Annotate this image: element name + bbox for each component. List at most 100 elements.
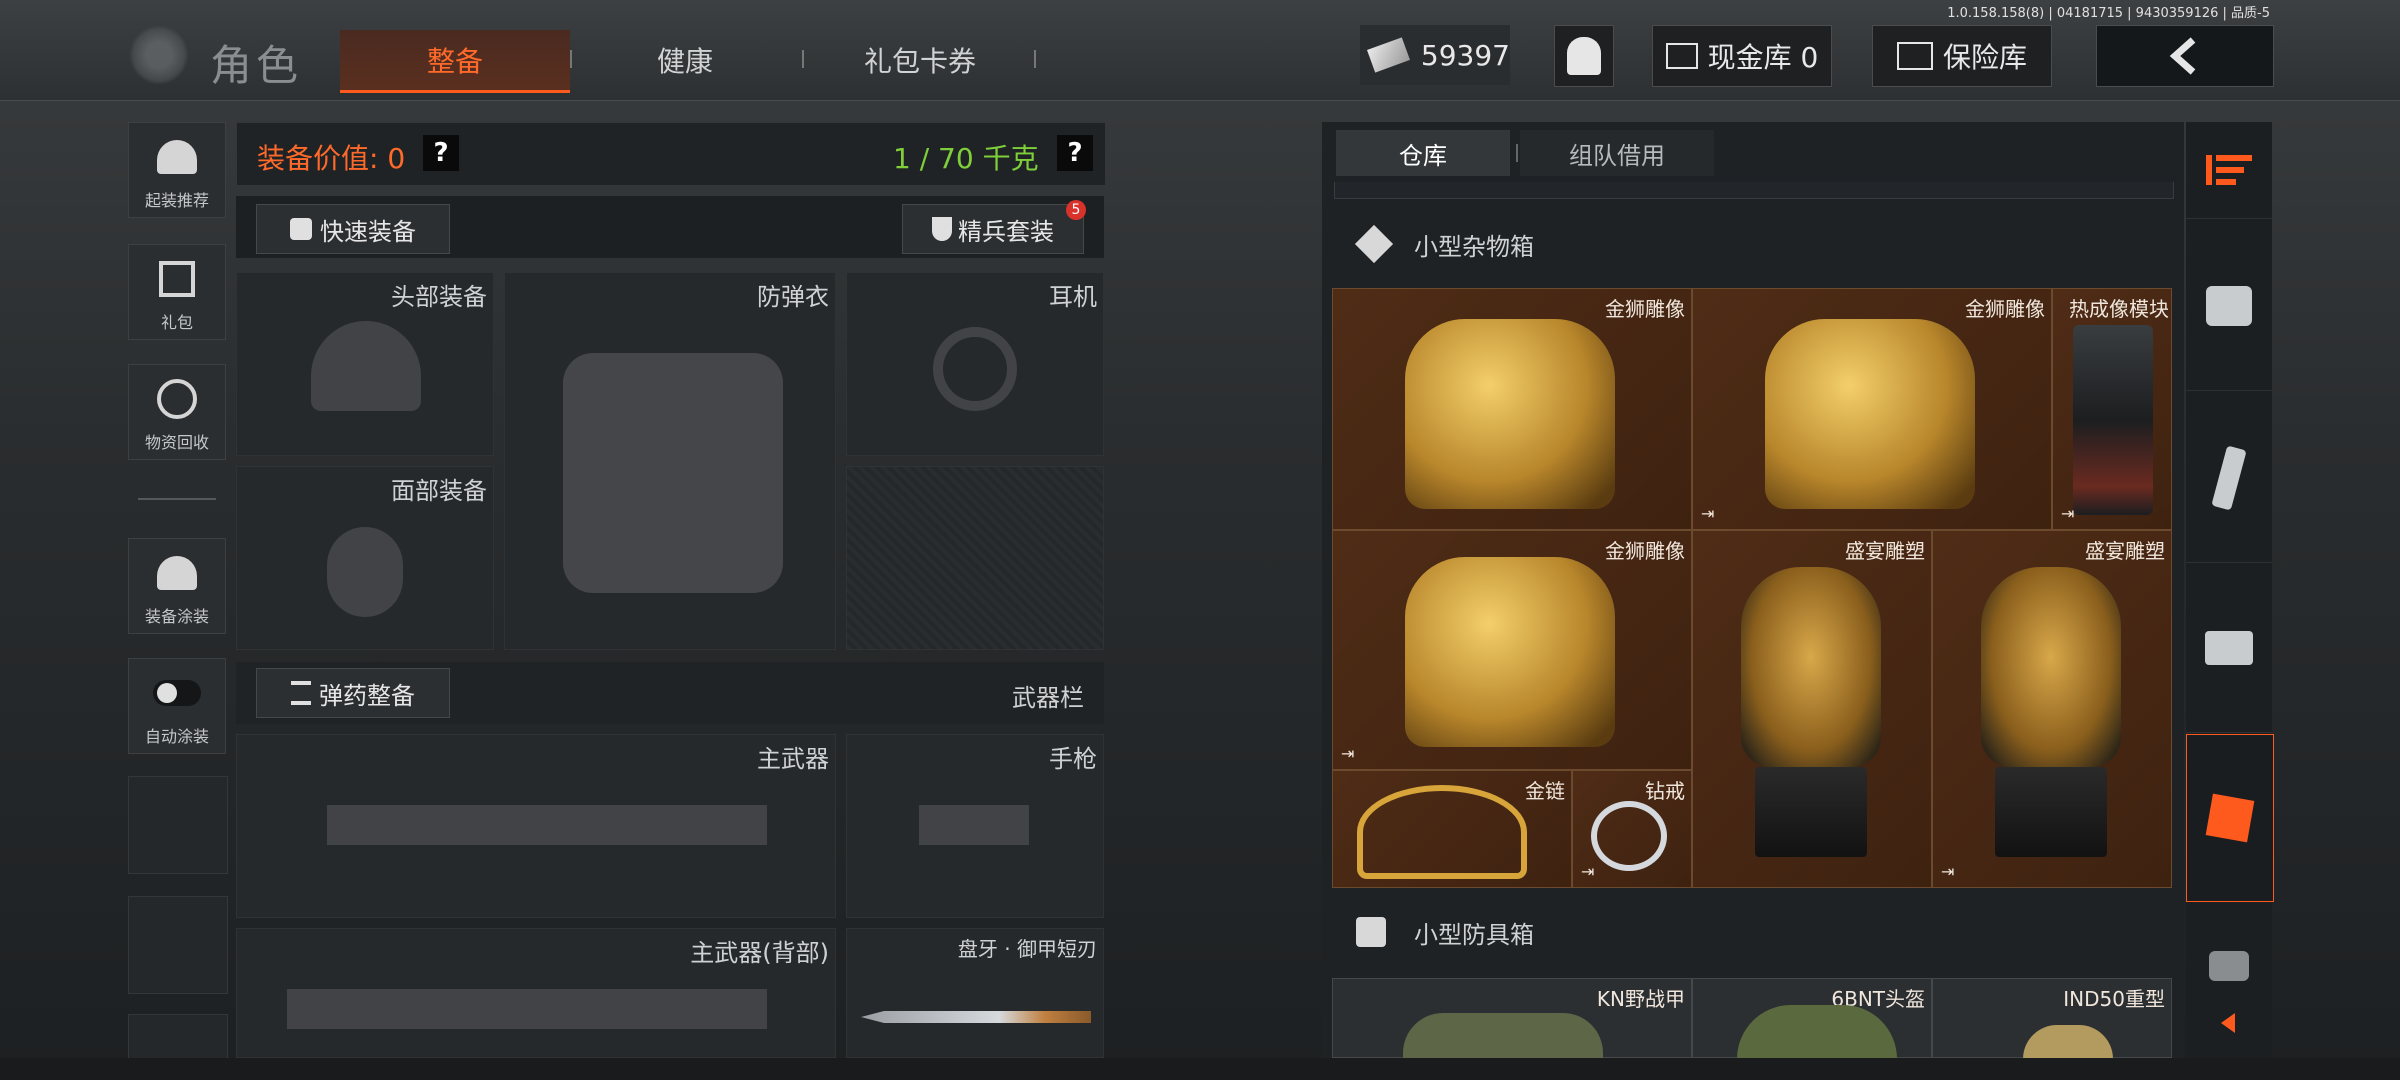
currency-display: 59397 bbox=[1360, 25, 1510, 85]
rail-misc[interactable] bbox=[2186, 734, 2274, 902]
tab-separator bbox=[802, 50, 804, 68]
rail-empty-slot bbox=[128, 776, 228, 874]
safe-box-button[interactable]: 保险库 bbox=[1872, 25, 2052, 87]
tab-warehouse[interactable]: 仓库 bbox=[1336, 130, 1510, 176]
rail-recycle[interactable]: 物资回收 bbox=[128, 364, 226, 460]
cash-storage-label: 现金库 0 bbox=[1707, 41, 1819, 74]
vest-icon bbox=[563, 353, 783, 593]
elite-kit-badge: 5 bbox=[1066, 200, 1086, 220]
pistol-icon bbox=[919, 805, 1029, 845]
weight-help-button[interactable]: ? bbox=[1057, 135, 1093, 171]
rail-attachments[interactable] bbox=[2186, 564, 2272, 733]
slot-armor-label: 防弹衣 bbox=[757, 283, 829, 311]
item-thermal-module[interactable]: 热成像模块 ⇥ bbox=[2052, 288, 2172, 530]
slot-armor[interactable]: 防弹衣 bbox=[504, 272, 836, 650]
cash-storage-button[interactable]: 现金库 0 bbox=[1652, 25, 1832, 87]
support-button[interactable] bbox=[1554, 25, 1614, 87]
rail-label: 起装推荐 bbox=[144, 191, 209, 210]
rail-armor[interactable] bbox=[2186, 906, 2272, 986]
rail-empty-slot bbox=[128, 1014, 228, 1060]
elite-kit-button[interactable]: 精兵套装 bbox=[902, 204, 1084, 254]
item-label: IND50重型 bbox=[2063, 987, 2165, 1011]
tab-team-borrow[interactable]: 组队借用 bbox=[1520, 130, 1714, 176]
item-gold-chain[interactable]: 金链 bbox=[1332, 770, 1572, 888]
shirt-icon bbox=[290, 218, 312, 240]
armor-shirt-icon bbox=[1356, 917, 1386, 947]
item-kn-armor[interactable]: KN野战甲 bbox=[1332, 978, 1692, 1059]
rifle-back-icon bbox=[287, 989, 767, 1029]
item-feast-sculpture[interactable]: 盛宴雕塑 bbox=[1692, 530, 1932, 888]
cash-icon bbox=[1665, 43, 1698, 69]
item-label: KN野战甲 bbox=[1596, 987, 1685, 1011]
tab-separator bbox=[1034, 50, 1036, 68]
recycle-icon bbox=[153, 375, 201, 423]
rail-medical[interactable] bbox=[2186, 222, 2272, 391]
helmet-icon bbox=[311, 321, 421, 411]
slot-pistol[interactable]: 手枪 bbox=[846, 734, 1104, 918]
rail-paint[interactable]: 装备涂装 bbox=[128, 538, 226, 634]
gold-chain-icon bbox=[1357, 785, 1527, 879]
item-ind50-heavy[interactable]: IND50重型 bbox=[1932, 978, 2172, 1059]
vest-icon bbox=[1403, 1013, 1603, 1059]
tab-separator bbox=[1516, 144, 1518, 162]
slot-earphone-label: 耳机 bbox=[1049, 283, 1097, 311]
slot-primary-back[interactable]: 主武器(背部) bbox=[236, 928, 836, 1058]
headset-icon bbox=[933, 327, 1017, 411]
banknote-icon bbox=[1367, 37, 1410, 73]
tab-gift-cards[interactable]: 礼包卡券 bbox=[830, 30, 1010, 90]
back-button[interactable] bbox=[2096, 25, 2274, 87]
rifle-icon bbox=[327, 805, 767, 845]
ammo-prepare-button[interactable]: 弹药整备 bbox=[256, 668, 450, 718]
rail-filter[interactable] bbox=[2186, 122, 2272, 219]
page-title: 角色 bbox=[210, 41, 303, 90]
rail-empty-slot bbox=[128, 896, 228, 994]
face-mask-icon bbox=[327, 527, 403, 617]
medkit-icon bbox=[2206, 286, 2252, 326]
item-label: 热成像模块 bbox=[2069, 297, 2169, 321]
section-title: 小型防具箱 bbox=[1414, 920, 1534, 949]
pedestal-icon bbox=[1995, 767, 2107, 857]
rail-auto-paint[interactable]: 自动涂装 bbox=[128, 658, 226, 754]
slot-primary-label: 主武器 bbox=[757, 745, 829, 773]
equipment-value: 装备价值: 0 bbox=[257, 142, 406, 175]
item-gold-lion[interactable]: 金狮雕像 ⇥ bbox=[1332, 530, 1692, 770]
item-gold-lion[interactable]: 金狮雕像 ⇥ bbox=[1692, 288, 2052, 530]
tab-health[interactable]: 健康 bbox=[600, 30, 770, 90]
version-text: 1.0.158.158(8) | 04181715 | 9430359126 |… bbox=[1947, 6, 2270, 21]
rail-ammo[interactable] bbox=[2186, 394, 2272, 563]
lion-statue-icon bbox=[1405, 319, 1615, 509]
ammo-icon bbox=[291, 681, 311, 705]
rail-label: 物资回收 bbox=[144, 433, 209, 452]
value-help-button[interactable]: ? bbox=[423, 135, 459, 171]
exit-icon: ⇥ bbox=[1701, 504, 1715, 523]
rail-label: 自动涂装 bbox=[144, 727, 209, 746]
item-label: 盛宴雕塑 bbox=[2085, 539, 2165, 563]
item-feast-sculpture[interactable]: 盛宴雕塑 ⇥ bbox=[1932, 530, 2172, 888]
rail-gift[interactable]: 礼包 bbox=[128, 244, 226, 340]
chevron-left-icon bbox=[2169, 37, 2196, 75]
weight-capacity: 1 / 70 千克 bbox=[893, 142, 1039, 175]
magazine-icon bbox=[2211, 445, 2247, 511]
slot-head[interactable]: 头部装备 bbox=[236, 272, 494, 456]
paint-helmet-icon bbox=[153, 549, 201, 597]
rail-start-recommend[interactable]: 起装推荐 bbox=[128, 122, 226, 218]
slot-face[interactable]: 面部装备 bbox=[236, 466, 494, 650]
slot-primary-back-label: 主武器(背部) bbox=[690, 939, 829, 967]
elite-kit-label: 精兵套装 bbox=[958, 217, 1054, 246]
item-6bnt-helmet[interactable]: 6BNT头盔 bbox=[1692, 978, 1932, 1059]
caret-left-icon bbox=[2221, 1013, 2235, 1033]
item-diamond-ring[interactable]: 钻戒 ⇥ bbox=[1572, 770, 1692, 888]
quick-equip-button[interactable]: 快速装备 bbox=[256, 204, 450, 254]
rail-divider bbox=[138, 498, 216, 500]
currency-amount: 59397 bbox=[1420, 38, 1510, 72]
slot-melee[interactable]: 盘牙 · 御甲短刃 bbox=[846, 928, 1104, 1058]
slot-primary-weapon[interactable]: 主武器 bbox=[236, 734, 836, 918]
helmet-gear-icon bbox=[153, 133, 201, 181]
toggle-icon[interactable] bbox=[153, 669, 201, 717]
item-gold-lion[interactable]: 金狮雕像 bbox=[1332, 288, 1692, 530]
collapse-rail-button[interactable] bbox=[2186, 988, 2272, 1058]
item-label: 盛宴雕塑 bbox=[1845, 539, 1925, 563]
tab-equip[interactable]: 整备 bbox=[340, 30, 570, 93]
lion-statue-icon bbox=[1765, 319, 1975, 509]
slot-earphone[interactable]: 耳机 bbox=[846, 272, 1104, 456]
